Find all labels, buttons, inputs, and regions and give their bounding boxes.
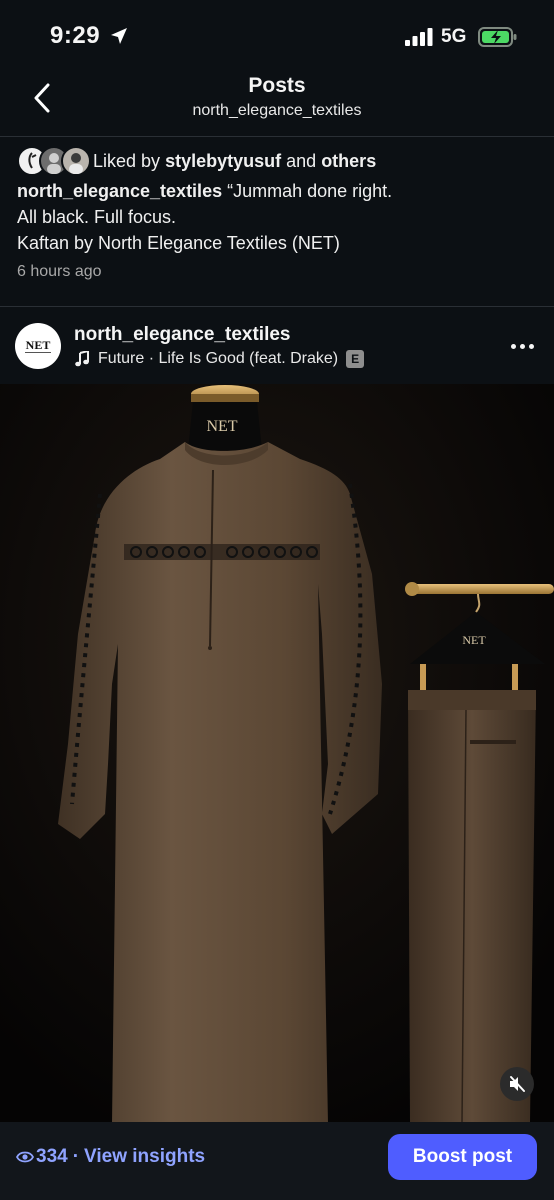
liker-avatar [61,146,91,176]
more-dot-icon [528,343,534,349]
post-footer: 334 · View insights Boost post [0,1122,554,1200]
liked-by-row[interactable]: Liked by stylebytyusuf and others [17,146,376,176]
garment-photo: NET NET [0,384,554,1122]
caption-username[interactable]: north_elegance_textiles [17,181,222,201]
caption-text-line: “Jummah done right. [227,181,393,201]
caption-text-line: Kaftan by North Elegance Textiles (NET) [17,233,340,253]
boost-post-button[interactable]: Boost post [388,1134,537,1180]
liked-by-user[interactable]: stylebytyusuf [165,151,281,171]
post-timestamp: 6 hours ago [17,263,102,280]
post-author-username[interactable]: north_elegance_textiles [74,324,290,346]
liked-by-prefix: Liked by [93,150,161,171]
page-subtitle: north_elegance_textiles [192,102,362,119]
insights-separator: · [72,1146,80,1167]
header-divider [0,136,554,137]
nav-header: Posts north_elegance_textiles [0,66,554,132]
speaker-muted-icon [510,1076,525,1092]
more-dot-icon [510,343,516,349]
more-dot-icon [519,343,525,349]
view-insights-link[interactable]: View insights [84,1146,205,1168]
explicit-badge: E [346,350,365,368]
mute-toggle-button[interactable] [500,1067,534,1101]
eye-icon [16,1151,34,1163]
more-options-button[interactable] [502,334,542,358]
liked-by-conjunction: and [286,150,317,171]
hanger-logo: NET [462,633,486,647]
post-music[interactable]: Future · Life Is Good (feat. Drake) E [74,348,365,370]
post-caption: north_elegance_textiles “Jummah done rig… [17,178,537,256]
network-label: 5G [441,26,467,47]
status-bar: 9:29 5G [0,0,554,66]
liked-by-others[interactable]: others [321,151,376,171]
status-time: 9:29 [50,22,101,49]
caption-text-line: All black. Full focus. [17,207,177,227]
music-note-icon [75,351,89,367]
insights-row[interactable]: 334 · View insights [16,1146,205,1168]
liker-avatars [17,146,91,176]
avatar-logo-text: NET [25,338,51,352]
post-media[interactable]: NET NET [0,384,554,1122]
caption-divider [0,306,554,307]
liked-by-text: Liked by stylebytyusuf and others [93,151,376,172]
avatar-logo-rule [25,352,51,353]
battery-charging-icon [478,27,517,47]
location-arrow-icon [111,28,127,44]
view-count: 334 [36,1146,68,1167]
music-track-label: Future · Life Is Good (feat. Drake) [98,350,339,367]
post-author-avatar[interactable]: NET [15,323,61,369]
signal-bars-icon [405,28,433,46]
caption-first-line: north_elegance_textiles “Jummah done rig… [17,178,537,204]
mannequin-logo: NET [206,418,237,435]
page-title: Posts [248,74,306,97]
